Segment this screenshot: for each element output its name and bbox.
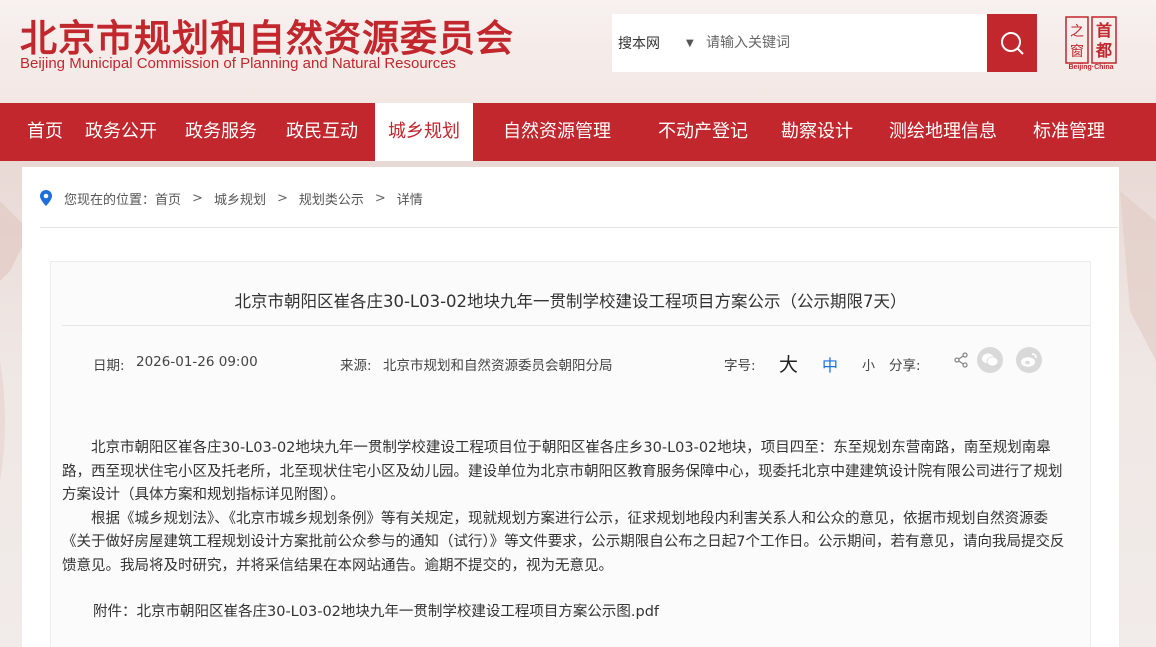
nav-item-urban-rural-planning[interactable]: 城乡规划 (375, 103, 473, 161)
svg-text:都: 都 (1095, 41, 1112, 60)
article-paragraph: 根据《城乡规划法》、《北京市城乡规划条例》等有关规定，现就规划方案进行公示，征求… (62, 510, 1065, 574)
wechat-share-icon[interactable] (977, 347, 1003, 373)
svg-text:之: 之 (1070, 24, 1084, 40)
article-source-label: 来源: (340, 358, 372, 374)
location-pin-icon (40, 190, 52, 206)
font-size-medium[interactable]: 中 (822, 352, 838, 376)
site-title: 北京市规划和自然资源委员会 (20, 17, 514, 60)
capital-window-emblem-icon: 首 都 之 窗 (1065, 16, 1117, 64)
article-source: 北京市规划和自然资源委员会朝阳分局 (383, 358, 613, 374)
article-paragraph: 北京市朝阳区崔各庄30-L03-02地块九年一贯制学校建设工程项目位于朝阳区崔各… (62, 440, 1063, 503)
nav-item-real-estate[interactable]: 不动产登记 (652, 103, 754, 161)
nav-item-natural-resources[interactable]: 自然资源管理 (496, 103, 618, 161)
share-label: 分享: (889, 358, 921, 374)
breadcrumb: 您现在的位置： 首页 > 城乡规划 > 规划类公示 > 详情 (40, 188, 423, 208)
weibo-share-icon[interactable] (1016, 347, 1042, 373)
search-input[interactable] (702, 14, 987, 72)
attachment-label: 附件： (93, 604, 137, 620)
nav-item-interaction[interactable]: 政民互动 (281, 103, 363, 161)
font-size-small[interactable]: 小 (862, 355, 875, 374)
nav-item-home[interactable]: 首页 (14, 103, 76, 161)
search-bar: 搜本网 ▼ (612, 14, 1037, 72)
font-size-label: 字号: (724, 358, 756, 374)
search-scope-label: 搜本网 (618, 36, 660, 52)
nav-item-gov-services[interactable]: 政务服务 (180, 103, 262, 161)
article-date-label: 日期: (93, 358, 125, 374)
breadcrumb-separator: > (374, 190, 386, 206)
breadcrumb-item-planning[interactable]: 城乡规划 (214, 189, 266, 208)
search-button[interactable] (987, 14, 1037, 72)
breadcrumb-prefix: 您现在的位置： (64, 192, 156, 208)
search-scope-select[interactable]: 搜本网 ▼ (612, 33, 702, 53)
breadcrumb-item-detail: 详情 (396, 192, 423, 208)
font-size-large[interactable]: 大 (779, 350, 798, 377)
attachment-link[interactable]: 北京市朝阳区崔各庄30-L03-02地块九年一贯制学校建设工程项目方案公示图.p… (137, 604, 660, 620)
breadcrumb-separator: > (192, 190, 203, 206)
nav-item-surveying-geoinfo[interactable]: 测绘地理信息 (882, 103, 1004, 161)
chevron-down-icon: ▼ (686, 37, 694, 49)
attachment-row: 附件：北京市朝阳区崔各庄30-L03-02地块九年一贯制学校建设工程项目方案公示… (93, 600, 659, 621)
breadcrumb-item-notices[interactable]: 规划类公示 (299, 189, 364, 208)
svg-text:窗: 窗 (1070, 43, 1084, 60)
article-body: 北京市朝阳区崔各庄30-L03-02地块九年一贯制学校建设工程项目位于朝阳区崔各… (62, 437, 1072, 578)
nav-item-gov-affairs[interactable]: 政务公开 (80, 103, 162, 161)
nav-item-standards[interactable]: 标准管理 (1028, 103, 1110, 161)
share-icon[interactable] (953, 352, 969, 372)
site-header: 北京市规划和自然资源委员会 Beijing Municipal Commissi… (0, 0, 1156, 103)
main-nav: 首页 政务公开 政务服务 政民互动 城乡规划 自然资源管理 不动产登记 勘察设计… (0, 103, 1156, 161)
breadcrumb-separator: > (276, 190, 288, 206)
nav-item-survey-design[interactable]: 勘察设计 (776, 103, 858, 161)
search-icon (1001, 32, 1024, 55)
breadcrumb-item-home[interactable]: 首页 (155, 189, 181, 208)
title-divider (62, 325, 1090, 326)
logo-caption: Beijing·China (1068, 64, 1114, 71)
article-date: 2026-01-26 09:00 (136, 354, 258, 370)
article-title: 北京市朝阳区崔各庄30-L03-02地块九年一贯制学校建设工程项目方案公示（公示… (234, 292, 907, 311)
svg-text:首: 首 (1096, 21, 1112, 40)
site-subtitle: Beijing Municipal Commission of Planning… (20, 55, 457, 72)
breadcrumb-divider (40, 227, 1118, 228)
